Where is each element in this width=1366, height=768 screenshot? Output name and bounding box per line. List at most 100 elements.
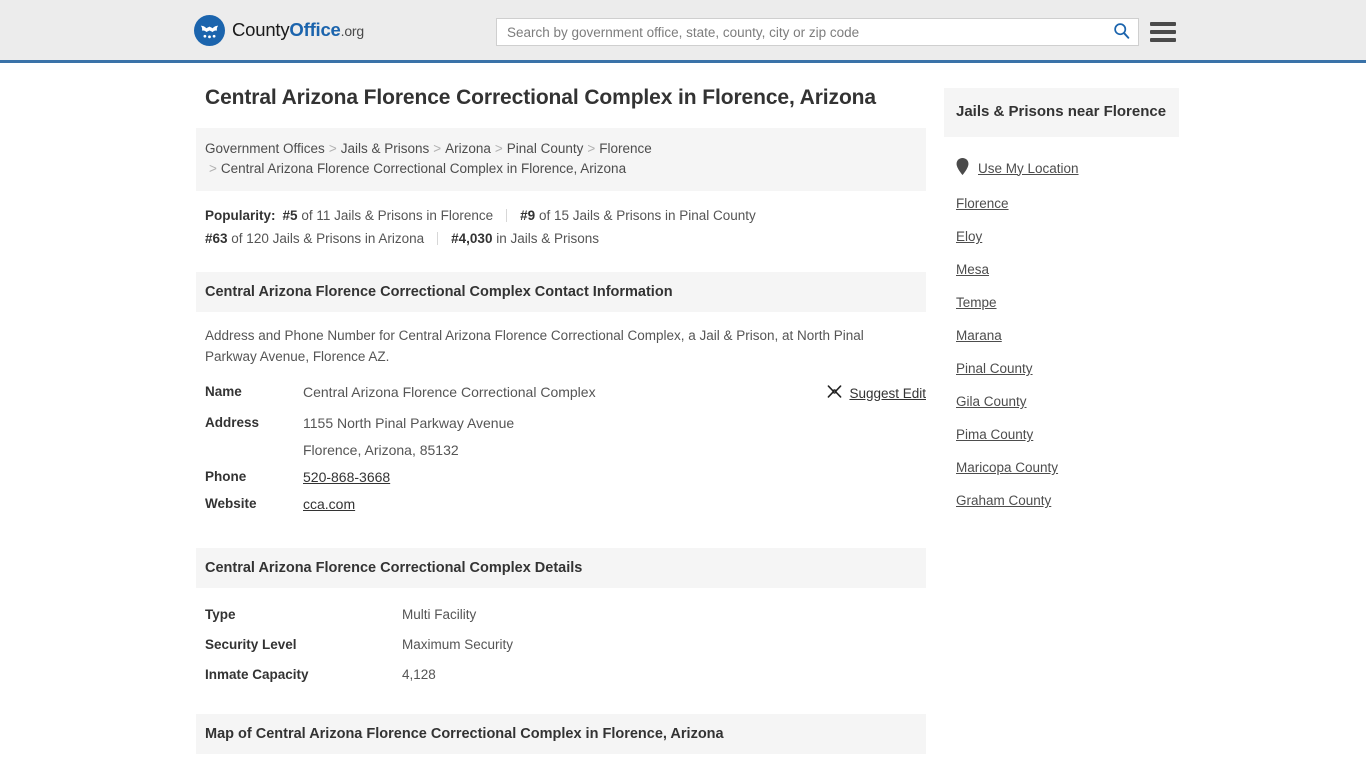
sidebar-item-label[interactable]: Marana <box>956 328 1002 343</box>
page-body: Central Arizona Florence Correctional Co… <box>0 63 1366 768</box>
popularity-text: of 11 Jails & Prisons in Florence <box>301 208 494 223</box>
sidebar-item-label[interactable]: Maricopa County <box>956 460 1058 475</box>
sidebar-item-label[interactable]: Graham County <box>956 493 1051 508</box>
row-key-inmate-capacity: Inmate Capacity <box>205 667 309 682</box>
row-value-address-line2: Florence, Arizona, 85132 <box>303 442 459 458</box>
table-row: Website cca.com <box>196 491 926 518</box>
sidebar-item-graham-county[interactable]: Graham County <box>956 484 1179 517</box>
phone-link[interactable]: 520-868-3668 <box>303 469 390 485</box>
breadcrumb-separator: > <box>587 141 596 156</box>
breadcrumb-item-arizona[interactable]: Arizona <box>445 141 491 156</box>
hamburger-menu-icon[interactable] <box>1150 19 1176 45</box>
row-value-phone: 520-868-3668 <box>303 464 796 491</box>
suggest-edit-label: Suggest Edit <box>849 385 926 401</box>
use-my-location-link[interactable]: Use My Location <box>978 161 1079 176</box>
hamburger-bar-2 <box>1150 30 1176 34</box>
row-value-security-level: Maximum Security <box>402 637 514 652</box>
sidebar-item-maricopa-county[interactable]: Maricopa County <box>956 451 1179 484</box>
sidebar-item-marana[interactable]: Marana <box>956 319 1179 352</box>
search-icon <box>1113 22 1130 42</box>
popularity-item-pinal-county: #9 of 15 Jails & Prisons in Pinal County <box>520 208 756 223</box>
details-table: Type Multi Facility Security Level Maxim… <box>196 600 926 690</box>
row-value-type: Multi Facility <box>402 607 477 622</box>
sidebar-item-label[interactable]: Pinal County <box>956 361 1033 376</box>
broken-link-icon <box>827 384 842 402</box>
logo-text-org: .org <box>340 23 365 39</box>
breadcrumb-item-florence[interactable]: Florence <box>599 141 652 156</box>
table-row: Security Level Maximum Security <box>196 630 926 660</box>
breadcrumb-current: Central Arizona Florence Correctional Co… <box>220 161 627 176</box>
sidebar-item-label[interactable]: Tempe <box>956 295 997 310</box>
breadcrumb-item-pinal-county[interactable]: Pinal County <box>507 141 584 156</box>
popularity-separator <box>437 232 439 245</box>
breadcrumb-separator: > <box>328 141 337 156</box>
table-row: Address 1155 North Pinal Parkway Avenue <box>196 410 926 437</box>
breadcrumb-separator: > <box>209 161 217 176</box>
logo-text-county: County <box>232 19 290 40</box>
empty-cell <box>796 491 926 518</box>
row-value-inmate-capacity: 4,128 <box>402 667 436 682</box>
contact-section-header: Central Arizona Florence Correctional Co… <box>196 272 926 312</box>
search-button[interactable] <box>1104 19 1138 45</box>
popularity-rank: #63 <box>205 231 228 246</box>
row-value-address-line1: 1155 North Pinal Parkway Avenue <box>303 415 515 431</box>
hamburger-bar-1 <box>1150 22 1176 26</box>
sidebar-item-label[interactable]: Pima County <box>956 427 1033 442</box>
breadcrumb-item-government-offices[interactable]: Government Offices <box>205 141 325 156</box>
empty-cell <box>796 410 926 437</box>
breadcrumb-item-jails-prisons[interactable]: Jails & Prisons <box>341 141 430 156</box>
details-section-header: Central Arizona Florence Correctional Co… <box>196 548 926 588</box>
sidebar-list: Use My Location Florence Eloy Mesa Tempe… <box>944 137 1179 517</box>
popularity-rank: #4,030 <box>451 231 493 246</box>
sidebar-item-pima-county[interactable]: Pima County <box>956 418 1179 451</box>
row-key-name: Name <box>205 384 242 399</box>
logo-text-office: Office <box>289 19 341 40</box>
popularity-item-florence: #5 of 11 Jails & Prisons in Florence <box>283 208 494 223</box>
sidebar-title: Jails & Prisons near Florence <box>944 88 1179 137</box>
hamburger-bar-3 <box>1150 38 1176 42</box>
empty-cell <box>796 464 926 491</box>
row-value-website: cca.com <box>303 491 796 518</box>
contact-section-description: Address and Phone Number for Central Ari… <box>205 328 864 364</box>
logo-text: CountyOffice.org <box>232 19 364 41</box>
map-section-header: Map of Central Arizona Florence Correcti… <box>196 714 926 754</box>
website-link[interactable]: cca.com <box>303 496 355 512</box>
sidebar-item-tempe[interactable]: Tempe <box>956 286 1179 319</box>
eagle-shield-icon <box>194 14 225 46</box>
contact-info-table: Name Central Arizona Florence Correction… <box>196 379 926 518</box>
popularity-separator <box>506 209 508 222</box>
popularity-text: of 15 Jails & Prisons in Pinal County <box>538 208 756 223</box>
sidebar-item-label[interactable]: Gila County <box>956 394 1027 409</box>
breadcrumb-separator: > <box>494 141 503 156</box>
site-logo[interactable]: CountyOffice.org <box>194 14 364 46</box>
sidebar-item-label[interactable]: Eloy <box>956 229 982 244</box>
suggest-edit-cell: Suggest Edit <box>796 379 926 410</box>
sidebar-item-label[interactable]: Florence <box>956 196 1009 211</box>
search-bar[interactable] <box>496 18 1139 46</box>
suggest-edit-button[interactable]: Suggest Edit <box>827 384 926 402</box>
search-input[interactable] <box>497 19 1104 45</box>
page-title: Central Arizona Florence Correctional Co… <box>205 86 876 109</box>
sidebar-item-florence[interactable]: Florence <box>956 187 1179 220</box>
breadcrumb-separator: > <box>433 141 442 156</box>
row-key-website: Website <box>205 496 257 511</box>
sidebar-item-pinal-county[interactable]: Pinal County <box>956 352 1179 385</box>
map-pin-icon <box>956 158 969 178</box>
row-key-type: Type <box>205 607 236 622</box>
breadcrumb: Government Offices > Jails & Prisons > Arizo… <box>196 128 926 191</box>
map-section-description: View map of Central Arizona Florence Cor… <box>196 754 896 768</box>
sidebar-item-eloy[interactable]: Eloy <box>956 220 1179 253</box>
sidebar-item-label[interactable]: Mesa <box>956 262 989 277</box>
popularity-text: in Jails & Prisons <box>496 231 600 246</box>
row-key-address: Address <box>205 415 260 430</box>
popularity-label: Popularity: <box>205 208 276 223</box>
sidebar-item-use-my-location[interactable]: Use My Location <box>956 149 1179 187</box>
empty-cell <box>796 437 926 464</box>
table-row: Type Multi Facility <box>196 600 926 630</box>
table-row: Name Central Arizona Florence Correction… <box>196 379 926 410</box>
popularity-item-arizona: #63 of 120 Jails & Prisons in Arizona <box>205 231 424 246</box>
sidebar-item-mesa[interactable]: Mesa <box>956 253 1179 286</box>
main-content: Central Arizona Florence Correctional Co… <box>196 63 926 768</box>
sidebar-item-gila-county[interactable]: Gila County <box>956 385 1179 418</box>
row-key-phone: Phone <box>205 469 247 484</box>
